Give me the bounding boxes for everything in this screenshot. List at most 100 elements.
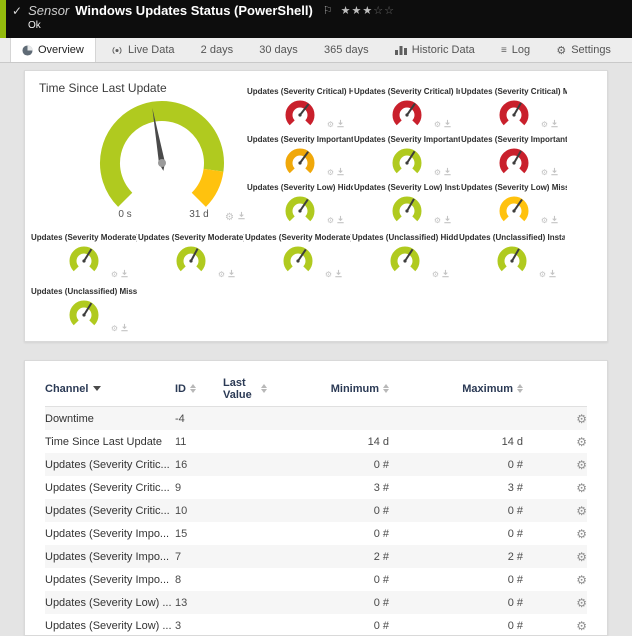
channel-gauge[interactable]: Updates (Unclassified) Hidden⚙ <box>352 233 458 283</box>
table-row[interactable]: Updates (Severity Critic...160 #0 #⚙ <box>45 453 587 476</box>
gauge-download-icon[interactable] <box>441 269 450 280</box>
channel-gauge[interactable]: Updates (Severity Low) Install...⚙ <box>354 183 460 229</box>
channel-gauge[interactable]: Updates (Severity Important) ...⚙ <box>354 135 460 181</box>
gauge-settings-icon[interactable]: ⚙ <box>225 212 234 223</box>
channel-gauge[interactable]: Updates (Severity Critical) Ins...⚙ <box>354 87 460 133</box>
channel-maximum: 0 # <box>389 574 523 586</box>
channel-name[interactable]: Time Since Last Update <box>45 436 175 448</box>
gauge-download-icon[interactable] <box>336 167 345 178</box>
col-channel[interactable]: Channel <box>45 383 175 395</box>
gauge-settings-icon[interactable]: ⚙ <box>111 324 118 333</box>
gauge-settings-icon[interactable]: ⚙ <box>434 120 441 129</box>
gauge-settings-icon[interactable]: ⚙ <box>539 270 546 279</box>
gauge-download-icon[interactable] <box>548 269 557 280</box>
tab-historic-data[interactable]: Historic Data <box>384 38 486 62</box>
tab-365-days[interactable]: 365 days <box>313 38 380 62</box>
table-row[interactable]: Downtime-4⚙ <box>45 407 587 430</box>
gauge-settings-icon[interactable]: ⚙ <box>432 270 439 279</box>
table-row[interactable]: Updates (Severity Critic...93 #3 #⚙ <box>45 476 587 499</box>
channel-gauge[interactable]: Updates (Severity Low) Missi...⚙ <box>461 183 567 229</box>
gauge-settings-icon[interactable]: ⚙ <box>541 168 548 177</box>
gauge-settings-icon[interactable]: ⚙ <box>541 216 548 225</box>
channel-name[interactable]: Updates (Severity Critic... <box>45 505 175 517</box>
channel-gauge[interactable]: Updates (Severity Critical) Hi...⚙ <box>247 87 353 133</box>
priority-flag-icon[interactable]: ⚐ <box>323 4 333 17</box>
tab-live-data[interactable]: Live Data <box>100 38 185 62</box>
gauge-download-icon[interactable] <box>120 323 129 334</box>
gauge-settings-icon[interactable]: ⚙ <box>327 216 334 225</box>
tab-settings[interactable]: ⚙Settings <box>545 38 622 62</box>
channel-settings-icon[interactable]: ⚙ <box>576 504 587 518</box>
table-row[interactable]: Time Since Last Update1114 d14 d⚙ <box>45 430 587 453</box>
table-row[interactable]: Updates (Severity Impo...80 #0 #⚙ <box>45 568 587 591</box>
channel-name[interactable]: Updates (Severity Impo... <box>45 528 175 540</box>
gauge-settings-icon[interactable]: ⚙ <box>325 270 332 279</box>
channel-gauge[interactable]: Updates (Unclassified) Missing⚙ <box>31 287 137 337</box>
channel-maximum: 0 # <box>389 459 523 471</box>
channel-gauge[interactable]: Updates (Severity Moderate)...⚙ <box>245 233 351 283</box>
channel-settings-icon[interactable]: ⚙ <box>576 412 587 426</box>
gauge-download-icon[interactable] <box>237 211 246 223</box>
gauge-settings-icon[interactable]: ⚙ <box>434 216 441 225</box>
main-gauge[interactable]: 0 s31 d <box>77 93 247 233</box>
channel-settings-icon[interactable]: ⚙ <box>576 550 587 564</box>
channel-settings-icon[interactable]: ⚙ <box>576 435 587 449</box>
channel-settings-icon[interactable]: ⚙ <box>576 573 587 587</box>
col-id[interactable]: ID <box>175 383 223 395</box>
channel-settings-icon[interactable]: ⚙ <box>576 596 587 610</box>
gauge-download-icon[interactable] <box>336 119 345 130</box>
stars-filled[interactable]: ★★★ <box>341 5 374 17</box>
channel-gauge[interactable]: Updates (Unclassified) Install...⚙ <box>459 233 565 283</box>
channel-name[interactable]: Updates (Severity Critic... <box>45 482 175 494</box>
col-maximum[interactable]: Maximum <box>389 383 523 395</box>
gauge-download-icon[interactable] <box>120 269 129 280</box>
tab-2-days[interactable]: 2 days <box>190 38 244 62</box>
gauge-download-icon[interactable] <box>443 215 452 226</box>
table-row[interactable]: Updates (Severity Impo...150 #0 #⚙ <box>45 522 587 545</box>
gauge-download-icon[interactable] <box>550 215 559 226</box>
channel-name[interactable]: Updates (Severity Impo... <box>45 551 175 563</box>
channel-gauge[interactable]: Updates (Severity Important) ...⚙ <box>461 135 567 181</box>
channel-name[interactable]: Updates (Severity Impo... <box>45 574 175 586</box>
table-row[interactable]: Updates (Severity Low) ...130 #0 #⚙ <box>45 591 587 614</box>
table-row[interactable]: Updates (Severity Impo...72 #2 #⚙ <box>45 545 587 568</box>
channel-gauge[interactable]: Updates (Severity Critical) Mi...⚙ <box>461 87 567 133</box>
channel-maximum: 0 # <box>389 597 523 609</box>
gauge-download-icon[interactable] <box>550 119 559 130</box>
channel-settings-icon[interactable]: ⚙ <box>576 619 587 633</box>
channel-settings-icon[interactable]: ⚙ <box>576 481 587 495</box>
tab-overview[interactable]: Overview <box>10 38 96 62</box>
channel-name[interactable]: Updates (Severity Low) ... <box>45 597 175 609</box>
channel-name[interactable]: Updates (Severity Low) ... <box>45 620 175 632</box>
channel-settings-icon[interactable]: ⚙ <box>576 527 587 541</box>
gauge-download-icon[interactable] <box>443 167 452 178</box>
gauge-download-icon[interactable] <box>334 269 343 280</box>
gauge-download-icon[interactable] <box>443 119 452 130</box>
channel-name[interactable]: Updates (Severity Critic... <box>45 459 175 471</box>
channel-gauge[interactable]: Updates (Severity Moderate) ...⚙ <box>31 233 137 283</box>
gauge-settings-icon[interactable]: ⚙ <box>541 120 548 129</box>
col-last-value[interactable]: Last Value <box>223 377 283 401</box>
gauge-download-icon[interactable] <box>336 215 345 226</box>
table-row[interactable]: Updates (Severity Critic...100 #0 #⚙ <box>45 499 587 522</box>
col-minimum[interactable]: Minimum <box>283 383 389 395</box>
gauge-download-icon[interactable] <box>227 269 236 280</box>
channel-settings-icon[interactable]: ⚙ <box>576 458 587 472</box>
gauge-download-icon[interactable] <box>550 167 559 178</box>
channel-gauge[interactable]: Updates (Severity Important) ...⚙ <box>247 135 353 181</box>
priority-stars[interactable]: ★★★☆☆ <box>341 4 395 17</box>
tab-30-days[interactable]: 30 days <box>248 38 309 62</box>
table-row[interactable]: Updates (Severity Low) ...30 #0 #⚙ <box>45 614 587 636</box>
tab-label: Settings <box>571 44 611 56</box>
gauge-settings-icon[interactable]: ⚙ <box>111 270 118 279</box>
channel-id: 8 <box>175 574 223 586</box>
gauge-settings-icon[interactable]: ⚙ <box>327 168 334 177</box>
channel-name[interactable]: Downtime <box>45 413 175 425</box>
tab-log[interactable]: ≡Log <box>490 38 541 62</box>
gauge-settings-icon[interactable]: ⚙ <box>327 120 334 129</box>
stars-empty[interactable]: ☆☆ <box>373 5 395 17</box>
channel-gauge[interactable]: Updates (Severity Low) Hidden⚙ <box>247 183 353 229</box>
gauge-settings-icon[interactable]: ⚙ <box>218 270 225 279</box>
gauge-settings-icon[interactable]: ⚙ <box>434 168 441 177</box>
channel-gauge[interactable]: Updates (Severity Moderate) I...⚙ <box>138 233 244 283</box>
